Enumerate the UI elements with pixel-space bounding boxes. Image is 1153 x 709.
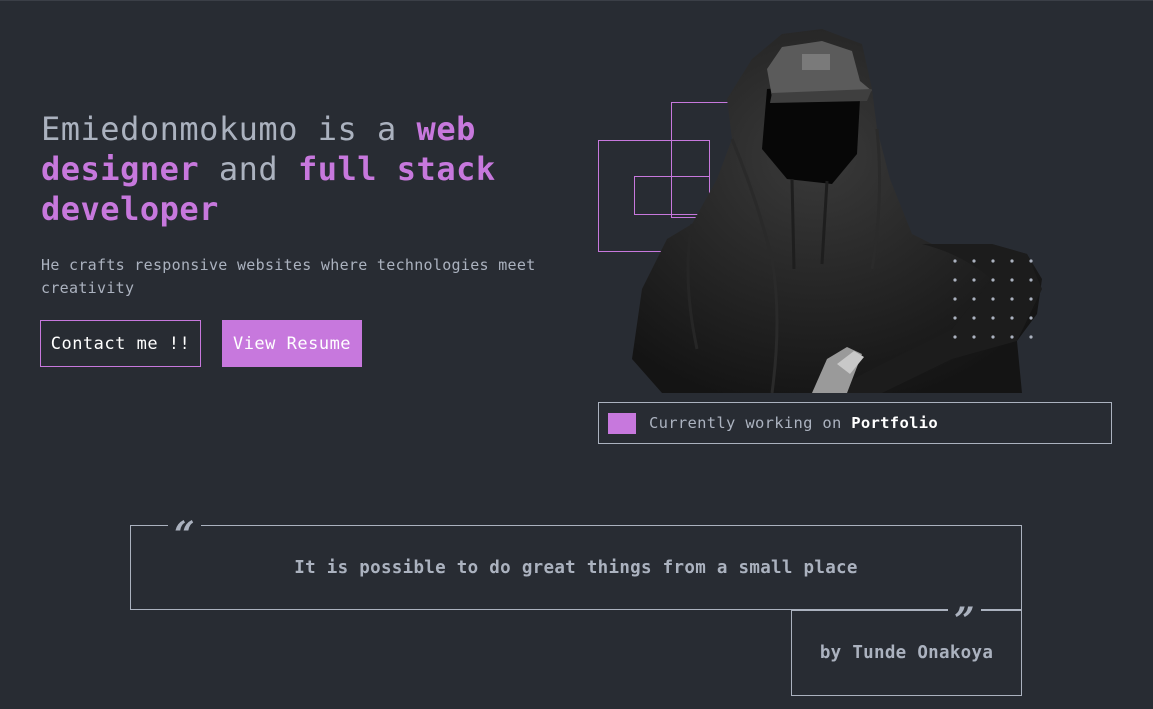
status-prefix: Currently working on [649,414,852,432]
contact-me-button[interactable]: Contact me !! [40,320,201,367]
status-project: Portfolio [851,414,938,432]
current-work-status: Currently working on Portfolio [598,402,1112,444]
dot-grid-decoration [953,259,1033,339]
close-quote-icon: ” [948,601,981,623]
status-text: Currently working on Portfolio [649,414,938,432]
quote-box: It is possible to do great things from a… [130,525,1022,610]
hero-title-part2: and [199,150,298,188]
hero-subtitle: He crafts responsive websites where tech… [41,256,536,297]
view-resume-button[interactable]: View Resume [222,320,362,367]
quote-author: by Tunde Onakoya [819,643,994,663]
quote-author-box: by Tunde Onakoya [791,610,1022,696]
open-quote-icon: “ [168,515,201,537]
status-square-icon [608,412,636,434]
hero-title: Emiedonmokumo is a web designer and full… [41,109,561,229]
hero-title-part1: Emiedonmokumo is a [41,110,417,148]
quote-text: It is possible to do great things from a… [294,557,858,578]
